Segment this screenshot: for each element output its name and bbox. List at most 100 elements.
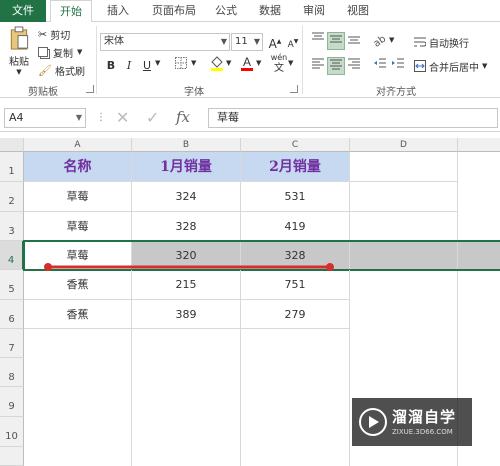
- chevron-down-icon: ▼: [16, 68, 22, 76]
- copy-icon: [38, 47, 48, 57]
- tab-insert[interactable]: 插入: [100, 0, 136, 22]
- tab-page-layout[interactable]: 页面布局: [144, 0, 204, 22]
- align-center-icon: [330, 59, 342, 70]
- font-color-icon: A: [241, 55, 253, 71]
- chevron-down-icon[interactable]: ▼: [191, 59, 196, 67]
- copy-label: 复制: [53, 48, 73, 60]
- underline-button[interactable]: U: [138, 57, 156, 75]
- font-group-label: 字体: [184, 87, 204, 98]
- fill-color-button[interactable]: [208, 55, 226, 73]
- formula-bar: A4 ▼ ⋮ ✕ ✓ fx 草莓: [0, 104, 500, 132]
- cut-button[interactable]: ✂ 剪切: [38, 26, 70, 42]
- format-painter-button[interactable]: 🖌 格式刷: [38, 62, 85, 78]
- group-divider: [96, 26, 97, 94]
- grow-font-button[interactable]: A▲: [266, 33, 284, 51]
- format-painter-icon: 🖌: [38, 63, 52, 77]
- group-divider: [302, 26, 303, 94]
- font-size-value: 11: [235, 36, 248, 47]
- chevron-down-icon: ▼: [77, 48, 83, 56]
- font-name-value: 宋体: [104, 36, 124, 47]
- worksheet-grid[interactable]: A B C D 1 2 3 4 5 6 7 8 9 10 名称 1月销量 2月销…: [0, 138, 500, 466]
- ribbon-tab-bar: 文件 开始 插入 页面布局 公式 数据 审阅 视图: [0, 0, 500, 23]
- chevron-down-icon: ▼: [75, 113, 82, 122]
- font-name-select[interactable]: 宋体 ▼: [100, 33, 230, 51]
- align-left-button[interactable]: [309, 57, 327, 75]
- align-left-icon: [312, 58, 324, 69]
- decrease-indent-icon: [374, 58, 386, 68]
- tab-home[interactable]: 开始: [50, 0, 92, 23]
- bold-button[interactable]: B: [102, 57, 120, 75]
- play-logo-icon: [359, 408, 387, 436]
- paste-icon: [10, 26, 29, 50]
- increase-indent-button[interactable]: [389, 57, 407, 75]
- insert-function-icon[interactable]: fx: [176, 108, 190, 126]
- name-box[interactable]: A4 ▼: [4, 108, 86, 128]
- copy-button[interactable]: 复制 ▼: [38, 44, 82, 60]
- chevron-down-icon[interactable]: ▼: [226, 59, 231, 67]
- chevron-down-icon[interactable]: ▼: [288, 59, 293, 67]
- align-middle-icon: [330, 35, 342, 43]
- italic-button[interactable]: I: [120, 57, 138, 75]
- phonetic-bottom-icon: 文: [274, 63, 284, 74]
- clipboard-group-label: 剪贴板: [28, 87, 58, 98]
- cut-label: 剪切: [50, 30, 71, 42]
- formula-content: 草莓: [217, 111, 239, 124]
- watermark-url: ZIXUE.3D66.COM: [392, 428, 453, 436]
- tab-file[interactable]: 文件: [0, 0, 46, 22]
- align-bottom-button[interactable]: [345, 32, 363, 50]
- align-right-button[interactable]: [345, 57, 363, 75]
- chevron-down-icon: ▼: [482, 62, 488, 70]
- paste-label: 粘贴: [9, 57, 29, 68]
- scissors-icon: ✂: [38, 27, 48, 41]
- grow-font-icon: A: [268, 37, 277, 51]
- watermark: 溜溜自学 ZIXUE.3D66.COM: [352, 398, 472, 446]
- ribbon: 粘贴 ▼ ✂ 剪切 复制 ▼ 🖌 格式刷 剪贴板 宋体 ▼ 11 ▼ A▲ A▼…: [0, 22, 500, 98]
- confirm-icon[interactable]: ✓: [146, 108, 159, 127]
- align-center-button[interactable]: [327, 57, 345, 75]
- tab-review[interactable]: 审阅: [296, 0, 332, 22]
- watermark-brand: 溜溜自学: [392, 408, 457, 426]
- format-painter-label: 格式刷: [54, 66, 85, 78]
- wrap-text-label: 自动换行: [429, 38, 469, 50]
- alignment-group-label: 对齐方式: [376, 87, 416, 98]
- chevron-down-icon: ▼: [220, 37, 227, 46]
- tab-view[interactable]: 视图: [340, 0, 376, 22]
- phonetic-guide-button[interactable]: wén 文: [270, 53, 288, 77]
- wrap-text-icon: [414, 37, 426, 47]
- font-color-button[interactable]: A: [238, 55, 256, 73]
- text-orientation-icon: ab: [371, 33, 388, 50]
- borders-icon: [175, 57, 187, 69]
- paste-button[interactable]: 粘贴 ▼: [6, 26, 32, 76]
- borders-button[interactable]: [172, 57, 190, 75]
- font-size-select[interactable]: 11 ▼: [231, 33, 263, 51]
- name-box-value: A4: [9, 111, 24, 124]
- clipboard-launcher-icon[interactable]: [86, 85, 94, 93]
- chevron-down-icon: ▼: [253, 37, 260, 46]
- chevron-down-icon[interactable]: ▼: [389, 36, 394, 44]
- svg-text:A: A: [243, 55, 251, 69]
- merge-cells-icon: [414, 60, 426, 72]
- more-options-icon[interactable]: ⋮: [96, 112, 106, 123]
- align-top-icon: [312, 32, 324, 40]
- align-middle-button[interactable]: [327, 32, 345, 50]
- chevron-down-icon[interactable]: ▼: [155, 59, 160, 67]
- formula-input[interactable]: 草莓: [208, 108, 498, 128]
- align-right-icon: [348, 58, 360, 69]
- increase-indent-icon: [392, 58, 404, 68]
- orientation-button[interactable]: ab: [371, 32, 389, 50]
- align-top-button[interactable]: [309, 32, 327, 50]
- merge-center-button[interactable]: 合并后居中 ▼: [414, 57, 487, 75]
- tab-formulas[interactable]: 公式: [208, 0, 244, 22]
- align-bottom-icon: [348, 36, 360, 44]
- phonetic-top-icon: wén: [270, 53, 288, 62]
- cancel-icon[interactable]: ✕: [116, 108, 129, 127]
- formula-buttons: ✕ ✓ fx: [112, 108, 204, 128]
- tab-data[interactable]: 数据: [252, 0, 288, 22]
- chevron-down-icon[interactable]: ▼: [256, 59, 261, 67]
- fill-bucket-icon: [211, 56, 223, 71]
- font-launcher-icon[interactable]: [290, 85, 298, 93]
- shrink-font-button[interactable]: A▼: [284, 33, 302, 51]
- decrease-indent-button[interactable]: [371, 57, 389, 75]
- merge-center-label: 合并后居中: [429, 62, 479, 74]
- wrap-text-button[interactable]: 自动换行: [414, 33, 469, 51]
